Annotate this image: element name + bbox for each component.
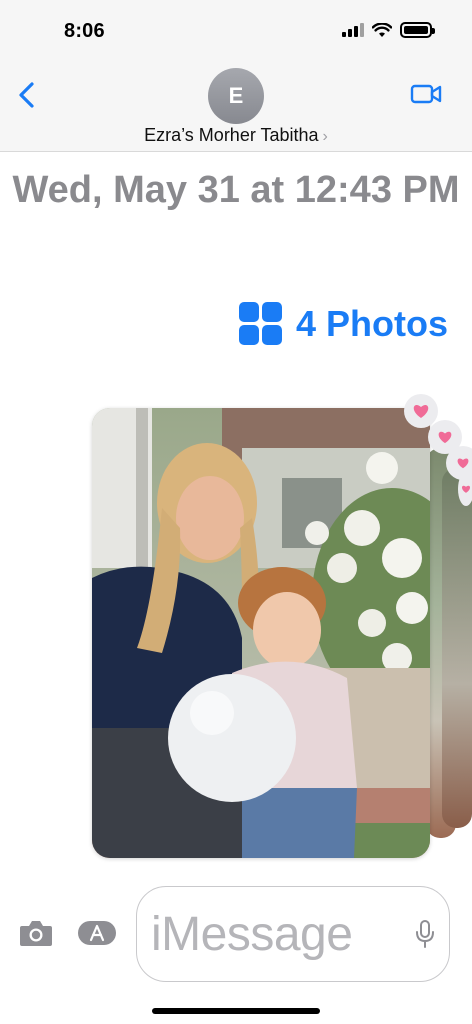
stacked-photo-card[interactable] xyxy=(442,468,472,828)
message-input[interactable]: iMessage xyxy=(136,886,450,982)
battery-icon xyxy=(400,22,435,38)
heart-icon xyxy=(457,458,469,469)
photo-attachment[interactable] xyxy=(92,408,430,858)
status-bar-icons xyxy=(342,22,435,38)
wifi-icon xyxy=(372,22,392,37)
heart-icon xyxy=(413,405,429,418)
photo-stack[interactable] xyxy=(92,394,472,860)
chevron-right-icon: › xyxy=(322,128,328,145)
conversation-header: 8:06 E Ezra’s Morher Tabitha › xyxy=(0,0,472,152)
camera-icon[interactable] xyxy=(18,918,54,948)
photos-link-label: 4 Photos xyxy=(295,302,448,344)
contact-name-label: Ezra’s Morher Tabitha xyxy=(144,125,319,145)
heart-tapback[interactable] xyxy=(458,472,472,506)
microphone-icon[interactable] xyxy=(415,919,435,949)
photo-image xyxy=(92,408,430,858)
avatar-initial: E xyxy=(228,83,244,108)
contact-avatar[interactable]: E xyxy=(208,68,264,124)
photo-grid-icon xyxy=(238,302,282,345)
video-call-button[interactable] xyxy=(410,82,442,106)
heart-icon xyxy=(438,431,452,444)
photos-link[interactable]: 4 Photos xyxy=(238,302,448,345)
heart-tapback[interactable] xyxy=(404,394,438,428)
message-input-placeholder: iMessage xyxy=(151,908,353,961)
cellular-signal-icon xyxy=(342,23,364,37)
message-timestamp: Wed, May 31 at 12:43 PM xyxy=(12,169,460,211)
heart-icon xyxy=(461,485,471,493)
home-indicator[interactable] xyxy=(152,1008,320,1014)
status-bar-time: 8:06 xyxy=(64,20,105,42)
app-store-icon[interactable] xyxy=(76,918,118,948)
contact-name[interactable]: Ezra’s Morher Tabitha › xyxy=(0,125,472,146)
back-button[interactable] xyxy=(14,80,42,110)
